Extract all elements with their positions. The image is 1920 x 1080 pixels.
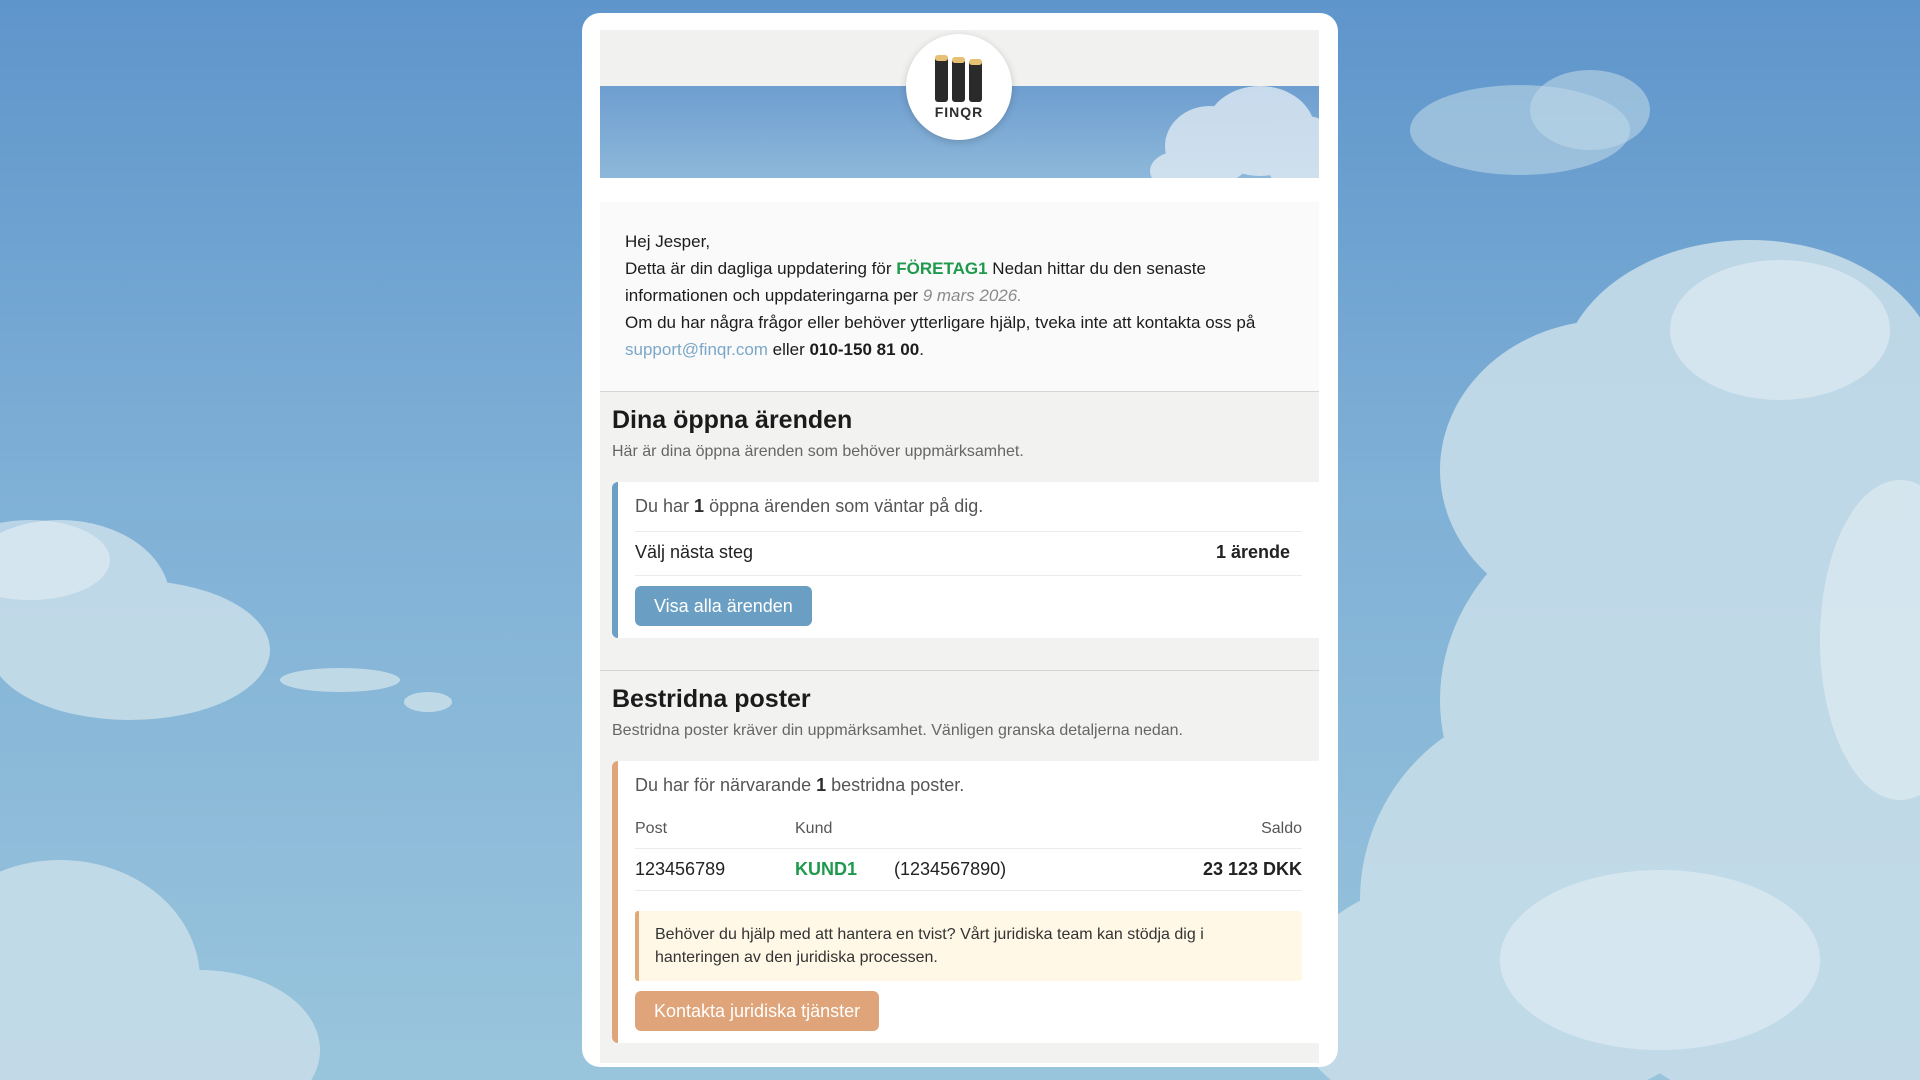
open-cases-section: Dina öppna ärenden Här är dina öppna äre… <box>600 391 1319 670</box>
table-header: Post Kund Saldo <box>635 810 1302 849</box>
intro-paragraph: Detta är din dagliga uppdatering för FÖR… <box>625 255 1294 309</box>
disputed-box: Du har för närvarande 1 bestridna poster… <box>612 761 1319 1043</box>
legal-help-note: Behöver du hjälp med att hantera en tvis… <box>635 911 1302 981</box>
disputed-summary: Du har för närvarande 1 bestridna poster… <box>635 775 1302 802</box>
customer-id: (1234567890) <box>894 859 1007 879</box>
intro-message: Hej Jesper, Detta är din dagliga uppdate… <box>600 202 1319 391</box>
open-cases-box: Du har 1 öppna ärenden som väntar på dig… <box>612 482 1319 638</box>
post-number: 123456789 <box>635 848 795 891</box>
open-cases-subtitle: Här är dina öppna ärenden som behöver up… <box>612 443 1024 460</box>
greeting: Hej Jesper, <box>625 232 711 251</box>
summary-text: Du har <box>635 496 690 516</box>
view-all-cases-button[interactable]: Visa alla ärenden <box>635 586 812 626</box>
finqr-logo: FINQR <box>906 34 1012 140</box>
contact-legal-button[interactable]: Kontakta juridiska tjänster <box>635 991 880 1031</box>
period: . <box>919 340 924 359</box>
disputed-summary-text-cont: bestridna poster. <box>831 775 965 795</box>
or-text: eller <box>772 340 805 359</box>
email-card: FINQR Hej Jesper, Detta är din dagliga u… <box>582 13 1338 1067</box>
disputed-subtitle: Bestridna poster kräver din uppmärksamhe… <box>612 722 1183 739</box>
disputed-section: Bestridna poster Bestridna poster kräver… <box>600 670 1319 1063</box>
disputed-table: Post Kund Saldo 123456789 KUND1 (1234567… <box>635 810 1302 891</box>
customer-name[interactable]: KUND1 <box>795 859 857 879</box>
column-kund: Kund <box>795 810 1141 849</box>
header-banner: FINQR <box>600 30 1319 178</box>
logo-text: FINQR <box>934 104 984 120</box>
open-cases-summary: Du har 1 öppna ärenden som väntar på dig… <box>635 496 1302 532</box>
column-saldo: Saldo <box>1140 810 1302 849</box>
open-cases-count: 1 <box>694 496 705 516</box>
contact-text: Om du har några frågor eller behöver ytt… <box>625 313 1256 332</box>
summary-text-cont: öppna ärenden som väntar på dig. <box>709 496 984 516</box>
next-step-label: Välj nästa steg <box>635 542 754 562</box>
customer-cell: KUND1 (1234567890) <box>795 848 1141 891</box>
disputed-title: Bestridna poster <box>612 685 811 713</box>
balance-value: 23 123 DKK <box>1140 848 1302 891</box>
report-date: 9 mars 2026. <box>922 286 1022 305</box>
next-step-row: Välj nästa steg 1 ärende <box>635 532 1302 576</box>
open-cases-title: Dina öppna ärenden <box>612 406 853 434</box>
disputed-summary-text: Du har för närvarande <box>635 775 812 795</box>
support-email-link[interactable]: support@finqr.com <box>625 340 768 359</box>
contact-paragraph: Om du har några frågor eller behöver ytt… <box>625 309 1294 363</box>
next-step-value: 1 ärende <box>1215 542 1290 562</box>
finqr-logo-icon <box>935 55 982 102</box>
support-phone: 010-150 81 00 <box>809 340 920 359</box>
table-row: 123456789 KUND1 (1234567890) 23 123 DKK <box>635 848 1302 891</box>
company-name: FÖRETAG1 <box>896 259 988 278</box>
disputed-count: 1 <box>816 775 827 795</box>
column-post: Post <box>635 810 795 849</box>
intro-text: Detta är din dagliga uppdatering för <box>625 259 892 278</box>
